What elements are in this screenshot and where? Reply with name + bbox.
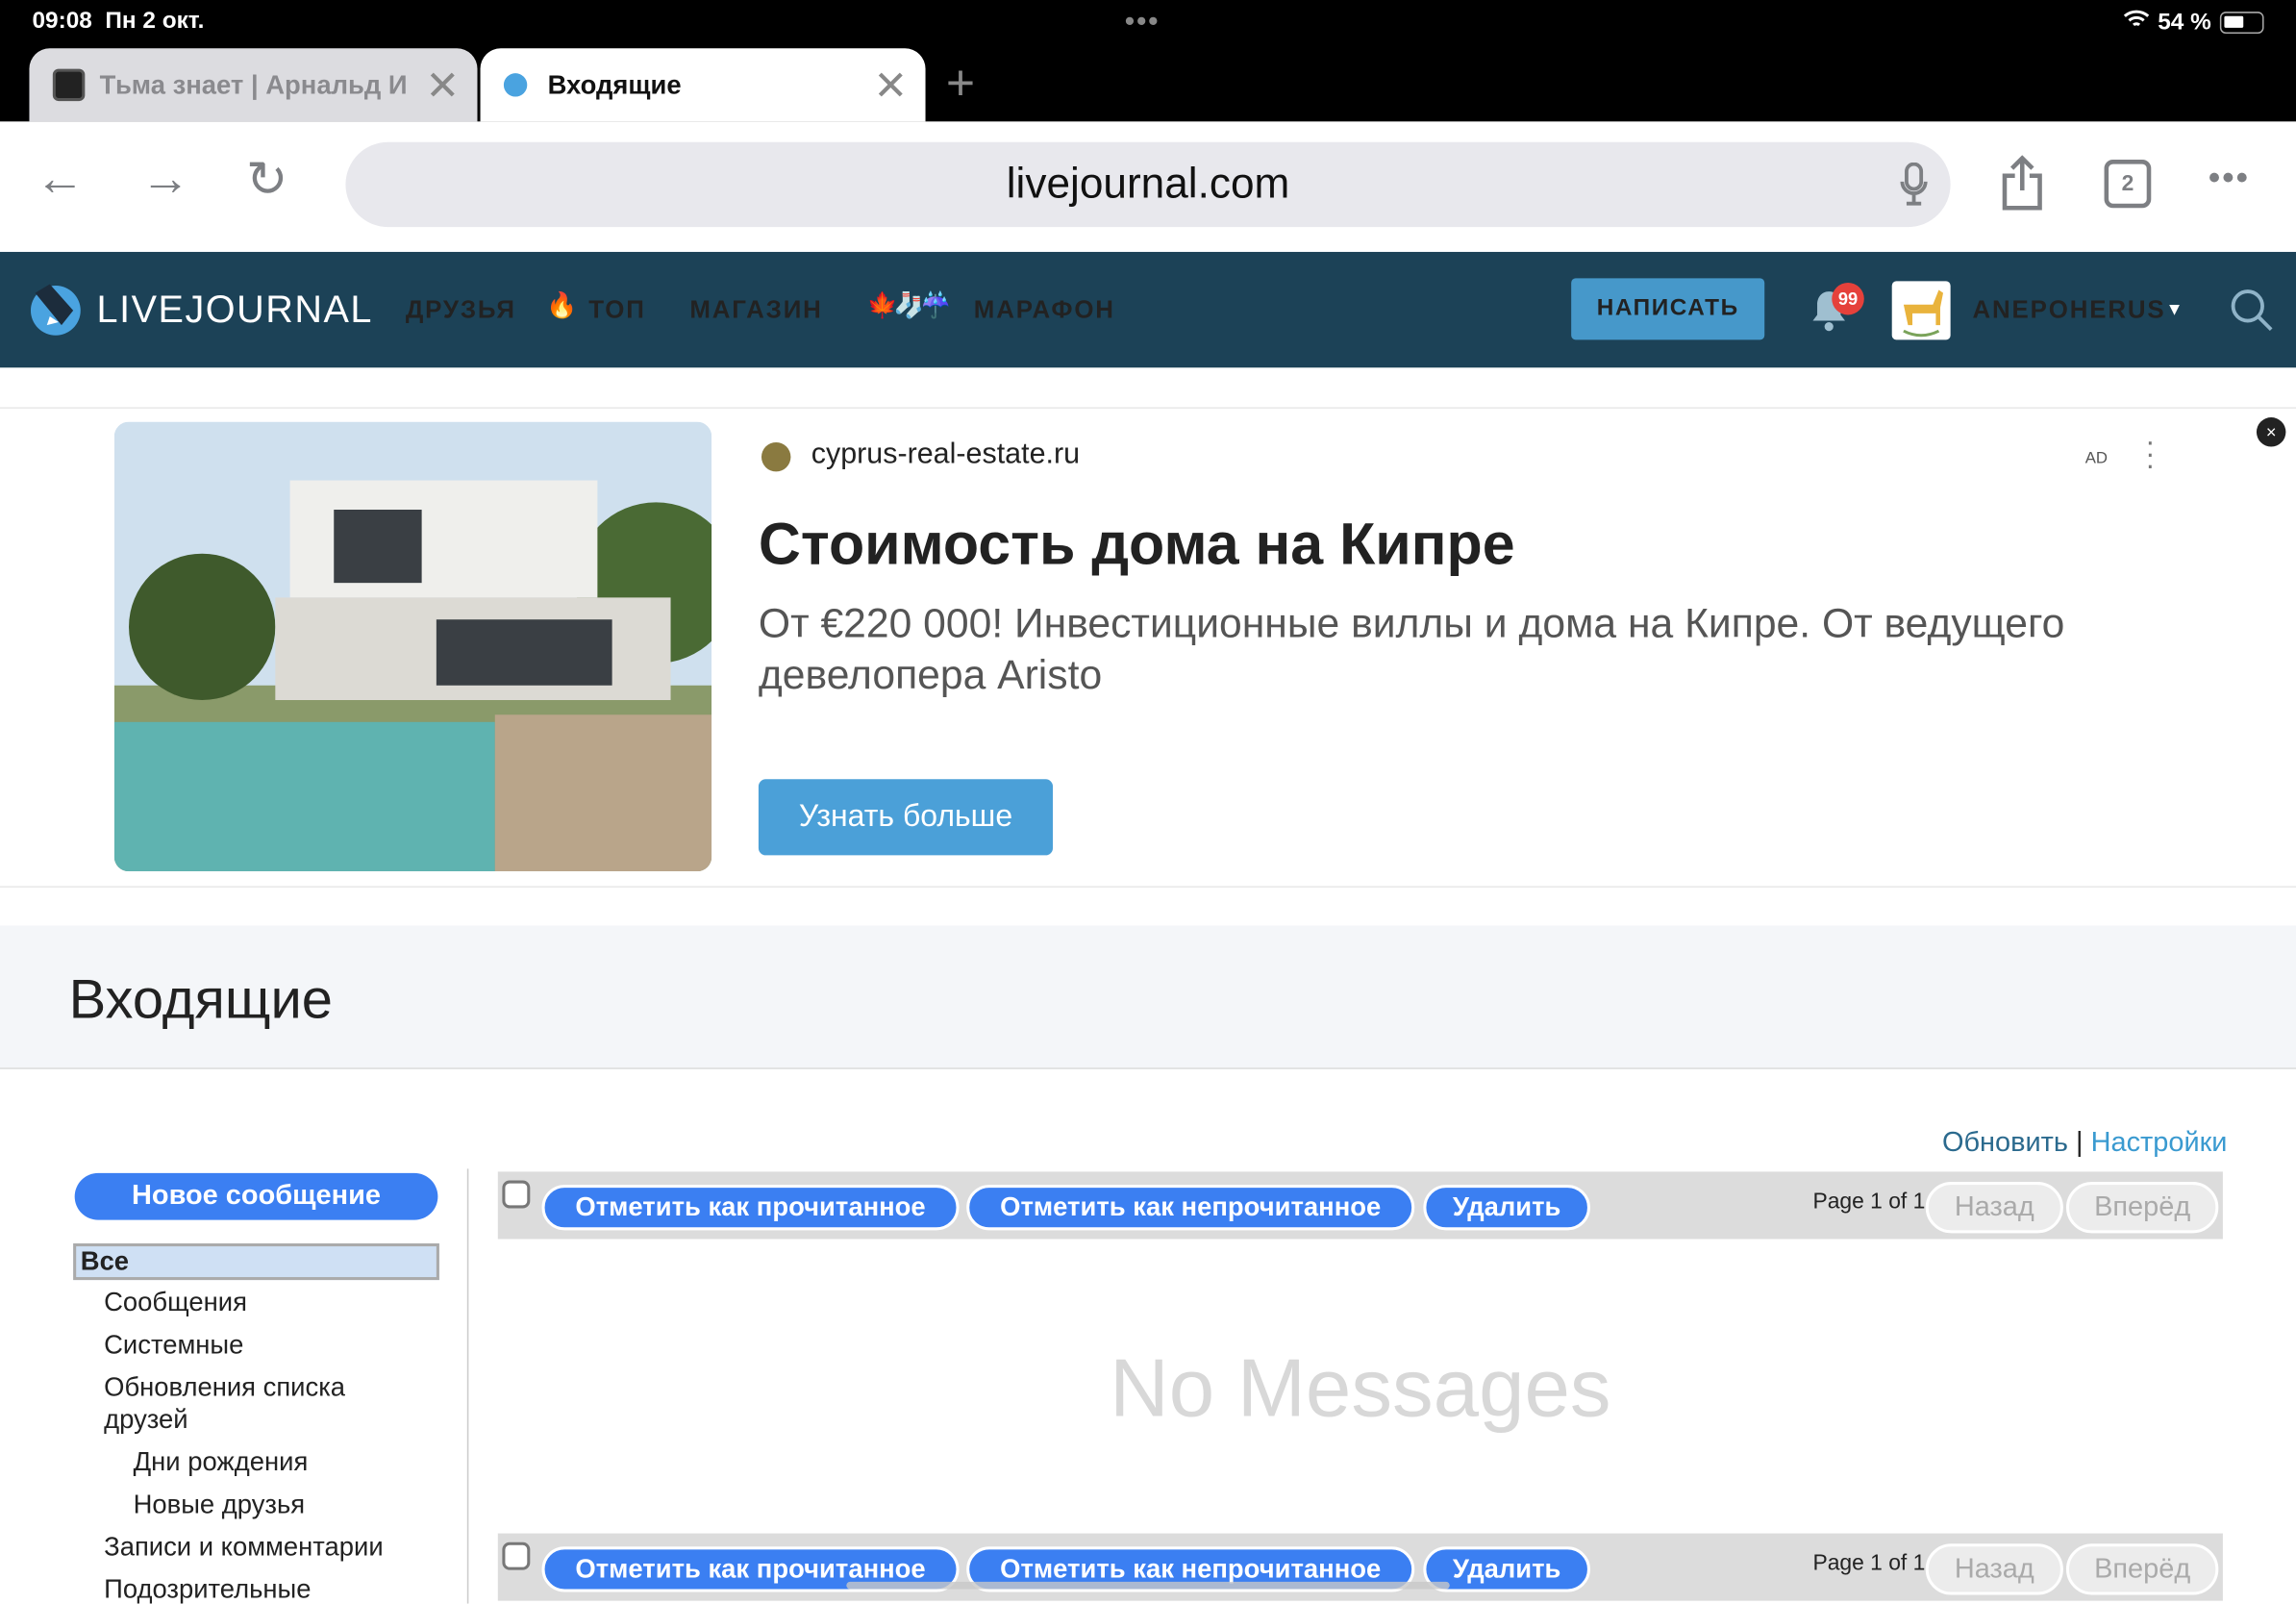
write-button[interactable]: НАПИСАТЬ — [1571, 278, 1765, 340]
status-right: 54 % — [2123, 9, 2264, 37]
ad-cta-button[interactable]: Узнать больше — [758, 779, 1054, 856]
sidebar-item-birthdays[interactable]: Дни рождения — [134, 1445, 309, 1478]
prev-page-button[interactable]: Назад — [1925, 1182, 2063, 1234]
back-arrow-icon[interactable]: ← — [36, 151, 86, 208]
select-all-checkbox[interactable] — [502, 1541, 531, 1570]
fire-icon: 🔥 — [546, 291, 580, 320]
avatar[interactable] — [1891, 281, 1951, 340]
page-info: Page 1 of 1 — [1812, 1550, 1926, 1576]
empty-state: No Messages — [1110, 1341, 1611, 1435]
next-page-button[interactable]: Вперёд — [2065, 1543, 2219, 1595]
tab-close-icon[interactable]: ✕ — [874, 61, 909, 109]
page-title: Входящие — [68, 969, 333, 1032]
sidebar-item-new-friends[interactable]: Новые друзья — [134, 1488, 306, 1520]
ad-close-button[interactable]: × — [2256, 417, 2286, 447]
lj-logo-icon[interactable] — [29, 281, 82, 343]
sidebar-item-suspicious[interactable]: Подозрительные — [104, 1573, 311, 1603]
tab-favicon-icon — [52, 68, 86, 102]
link-separator: | — [2076, 1127, 2084, 1159]
lj-favicon-icon — [503, 73, 528, 97]
notification-badge: 99 — [1832, 282, 1864, 315]
marathon-emoji-icon: 🍁🧦☔ — [866, 291, 952, 320]
delete-button[interactable]: Удалить — [1423, 1185, 1590, 1231]
status-date: Пн 2 окт. — [105, 9, 205, 35]
sidebar-item-all[interactable]: Все — [73, 1243, 439, 1281]
nav-friends[interactable]: ДРУЗЬЯ — [406, 296, 516, 325]
nav-marathon[interactable]: МАРАФОН — [974, 296, 1115, 325]
tab-active[interactable]: Входящие ✕ — [480, 48, 926, 122]
ad-domain[interactable]: cyprus-real-estate.ru — [811, 438, 1080, 471]
action-bar-top: Отметить как прочитанное Отметить как не… — [497, 1171, 2223, 1240]
reload-icon[interactable]: ↻ — [246, 151, 287, 210]
page-header: Входящие — [0, 925, 2296, 1069]
sidebar-item-posts-comments[interactable]: Записи и комментарии — [104, 1531, 384, 1564]
page-info: Page 1 of 1 — [1812, 1189, 1926, 1215]
page-links: Обновить | Настройки — [1942, 1128, 2228, 1161]
divider — [0, 886, 2296, 888]
microphone-icon[interactable] — [1899, 162, 1928, 213]
ad-image[interactable] — [113, 421, 712, 872]
mark-read-button[interactable]: Отметить как прочитанное — [541, 1185, 960, 1231]
search-icon[interactable] — [2231, 288, 2275, 339]
sidebar-item-messages[interactable]: Сообщения — [104, 1286, 247, 1318]
refresh-link[interactable]: Обновить — [1942, 1128, 2068, 1159]
wifi-icon — [2123, 9, 2149, 37]
tab-title: Входящие — [547, 69, 682, 99]
nav-shop[interactable]: МАГАЗИН — [689, 296, 822, 325]
address-bar[interactable]: livejournal.com — [345, 141, 1951, 228]
ad-label: AD — [2084, 449, 2109, 467]
tab-title: Тьма знает | Арнальд И — [99, 69, 408, 99]
battery-icon — [2219, 12, 2264, 35]
tab-close-icon[interactable]: ✕ — [425, 61, 460, 109]
ad-favicon-icon — [761, 441, 791, 472]
next-page-button[interactable]: Вперёд — [2065, 1182, 2219, 1234]
nav-top[interactable]: ТОП — [588, 296, 645, 325]
forward-arrow-icon[interactable]: → — [140, 151, 190, 208]
divider — [0, 407, 2296, 409]
prev-page-button[interactable]: Назад — [1925, 1543, 2063, 1595]
action-bar-bottom: Отметить как прочитанное Отметить как не… — [497, 1533, 2223, 1601]
select-all-checkbox[interactable] — [502, 1180, 531, 1209]
status-time: 09:08 Пн 2 окт. — [32, 9, 205, 35]
home-indicator — [846, 1581, 1450, 1590]
multitask-dots-icon[interactable]: ••• — [1125, 6, 1160, 39]
new-tab-icon[interactable]: + — [946, 56, 975, 113]
tab-count-button[interactable]: 2 — [2104, 160, 2152, 209]
sidebar-item-friend-updates[interactable]: Обновления списка друзей — [104, 1371, 412, 1436]
sidebar-item-system[interactable]: Системные — [104, 1328, 243, 1361]
username[interactable]: ANEPOHERUS — [1972, 296, 2165, 325]
lj-logo-text[interactable]: LIVEJOURNAL — [97, 288, 373, 333]
sidebar-divider — [466, 1168, 469, 1604]
user-caret-icon[interactable]: ▼ — [2166, 299, 2184, 319]
ad-title[interactable]: Стоимость дома на Кипре — [759, 513, 1515, 579]
url-text: livejournal.com — [1006, 160, 1290, 208]
battery-percent: 54 % — [2158, 9, 2211, 35]
new-message-button[interactable]: Новое сообщение — [74, 1172, 438, 1220]
tab-inactive[interactable]: Тьма знает | Арнальд И ✕ — [29, 48, 478, 122]
settings-link[interactable]: Настройки — [2091, 1128, 2228, 1159]
ad-description: От €220 000! Инвестиционные виллы и дома… — [758, 600, 2065, 697]
more-icon[interactable]: ••• — [2209, 158, 2250, 199]
tab-count: 2 — [2121, 171, 2134, 197]
mark-unread-button[interactable]: Отметить как непрочитанное — [966, 1185, 1415, 1231]
ad-options-icon[interactable]: · · · — [2145, 428, 2155, 481]
share-icon[interactable] — [2000, 155, 2044, 217]
